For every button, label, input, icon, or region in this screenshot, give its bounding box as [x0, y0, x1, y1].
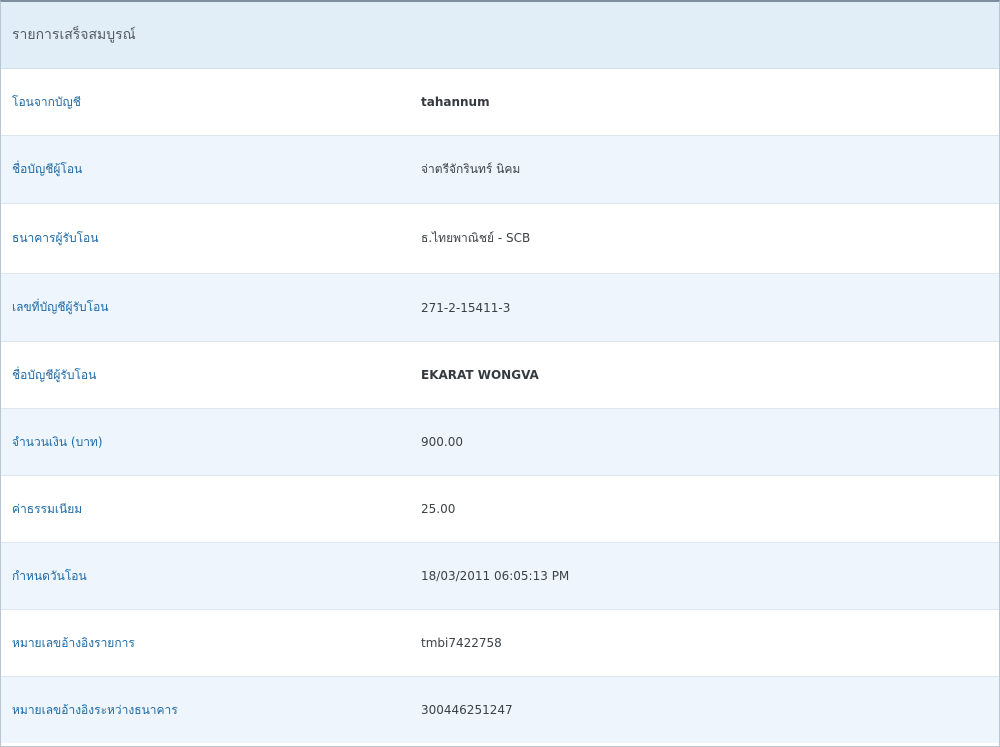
recipient-account-name-label: ชื่อบัญชีผู้รับโอน [12, 367, 97, 382]
transaction-reference-label: หมายเลขอ้างอิงรายการ [12, 635, 135, 650]
transaction-reference-value: tmbi7422758 [421, 636, 502, 650]
recipient-bank-label: ธนาคารผู้รับโอน [12, 231, 99, 245]
transaction-complete-panel: รายการเสร็จสมบูรณ์ โอนจากบัญชี tahannum … [0, 0, 1000, 747]
amount-value: 900.00 [421, 435, 463, 449]
recipient-account-number-value: 271-2-15411-3 [421, 300, 511, 315]
recipient-account-name-value: EKARAT WONGVA [421, 368, 539, 382]
row-transaction-reference: หมายเลขอ้างอิงรายการ tmbi7422758 [1, 610, 999, 677]
row-transfer-date: กำหนดวันโอน 18/03/2011 06:05:13 PM [1, 543, 999, 610]
row-recipient-account-number: เลขที่บัญชีผู้รับโอน 271-2-15411-3 [1, 274, 999, 342]
recipient-bank-value: ธ.ไทยพาณิชย์ - SCB [421, 231, 531, 245]
transfer-date-label: กำหนดวันโอน [12, 568, 87, 583]
panel-header: รายการเสร็จสมบูรณ์ [1, 2, 999, 69]
amount-label: จำนวนเงิน (บาท) [12, 434, 103, 449]
sender-account-name-value: จ่าตรีจักรินทร์ นิคม [421, 162, 521, 176]
fee-value: 25.00 [421, 502, 456, 516]
from-account-label: โอนจากบัญชี [12, 94, 81, 109]
row-sender-account-name: ชื่อบัญชีผู้โอน จ่าตรีจักรินทร์ นิคม [1, 136, 999, 204]
row-recipient-account-name: ชื่อบัญชีผู้รับโอน EKARAT WONGVA [1, 342, 999, 409]
row-from-account: โอนจากบัญชี tahannum [1, 69, 999, 136]
row-fee: ค่าธรรมเนียม 25.00 [1, 476, 999, 543]
interbank-reference-label: หมายเลขอ้างอิงระหว่างธนาคาร [12, 702, 178, 717]
interbank-reference-value: 300446251247 [421, 703, 513, 717]
from-account-value: tahannum [421, 95, 490, 109]
transfer-date-value: 18/03/2011 06:05:13 PM [421, 569, 570, 583]
row-amount: จำนวนเงิน (บาท) 900.00 [1, 409, 999, 476]
row-interbank-reference: หมายเลขอ้างอิงระหว่างธนาคาร 300446251247 [1, 677, 999, 743]
sender-account-name-label: ชื่อบัญชีผู้โอน [12, 162, 83, 176]
recipient-account-number-label: เลขที่บัญชีผู้รับโอน [12, 300, 109, 314]
fee-label: ค่าธรรมเนียม [12, 501, 83, 516]
row-recipient-bank: ธนาคารผู้รับโอน ธ.ไทยพาณิชย์ - SCB [1, 204, 999, 274]
page-title: รายการเสร็จสมบูรณ์ [12, 27, 136, 43]
